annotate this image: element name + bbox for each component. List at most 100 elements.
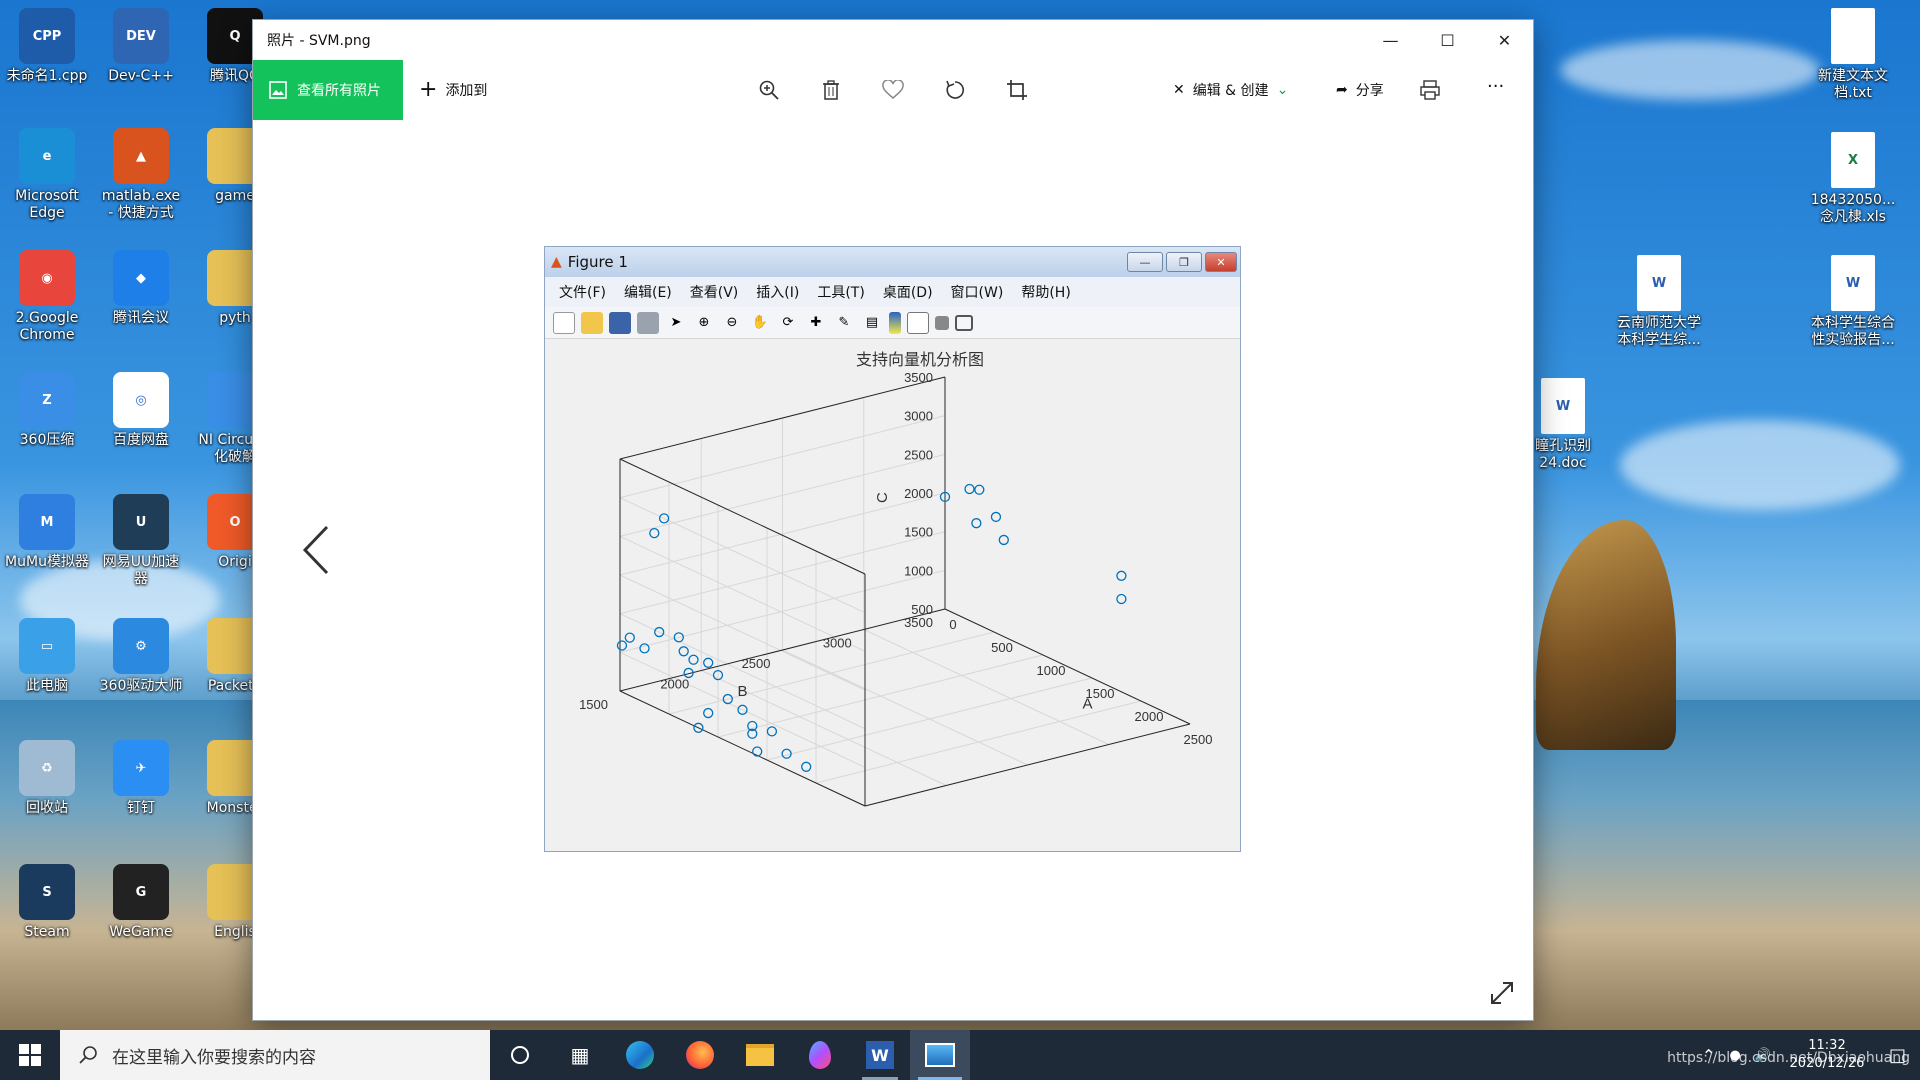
desktop-icon-label: 本科学生综合性实验报告... (1811, 315, 1895, 348)
y-tick-label: 3500 (904, 615, 933, 630)
view-all-photos-button[interactable]: 查看所有照片 (253, 60, 403, 120)
desktop-icon[interactable]: ◎ 百度网盘 (98, 372, 184, 449)
rotate3d-icon: ⟳ (782, 315, 794, 330)
desktop-icon[interactable]: ▲ matlab.exe - 快捷方式 (98, 128, 184, 222)
print-icon[interactable] (1416, 76, 1444, 104)
open-folder-icon (581, 311, 603, 334)
taskbar: 在这里输入你要搜索的内容 ▦ W ⌃ ● 🔊 11:32 2020/12/26 … (0, 1030, 1920, 1080)
taskbar-search-box[interactable]: 在这里输入你要搜索的内容 (60, 1030, 490, 1080)
brush-icon: ✎ (838, 315, 850, 330)
hide-tools-icon (935, 315, 949, 330)
share-button[interactable]: ➦ 分享 (1336, 80, 1384, 100)
dock-icon (955, 314, 973, 331)
task-view-icon: ▦ (570, 1043, 590, 1067)
taskbar-edge[interactable] (610, 1030, 670, 1080)
taskbar-photos[interactable] (910, 1030, 970, 1080)
desktop-icon-label: WeGame (109, 924, 173, 940)
x-tick-label: 2500 (1184, 732, 1213, 747)
window-title: 照片 - SVM.png (267, 33, 371, 49)
edit-create-label: 编辑 & 创建 (1192, 83, 1269, 99)
x-tick-label: 1000 (1037, 663, 1066, 678)
y-tick-label: 2500 (742, 656, 771, 671)
desktop-icon[interactable]: W 本科学生综合性实验报告... (1810, 255, 1896, 349)
task-view-button[interactable]: ▦ (550, 1030, 610, 1080)
fullscreen-expand-icon[interactable] (1489, 980, 1515, 1006)
taskbar-file-explorer[interactable] (730, 1030, 790, 1080)
previous-photo-arrow-icon[interactable] (301, 525, 331, 575)
delete-icon[interactable] (817, 76, 845, 104)
photos-window: 照片 - SVM.png — ☐ ✕ 查看所有照片 + 添加到 ✕ 编辑 & 创… (253, 20, 1533, 1020)
add-to-button[interactable]: + 添加到 (419, 79, 487, 101)
print-figure-icon (637, 311, 659, 334)
desktop-icon-label: 百度网盘 (113, 432, 169, 448)
taskbar-paint-drop[interactable] (790, 1030, 850, 1080)
desktop-icon-label: 360压缩 (19, 432, 75, 448)
desktop-icon[interactable]: 新建文本文档.txt (1810, 8, 1896, 102)
desktop-icon-label: MuMu模拟器 (5, 554, 89, 570)
cortana-button[interactable] (490, 1030, 550, 1080)
z-axis-label: C (874, 492, 891, 503)
favorite-heart-icon[interactable] (879, 76, 907, 104)
gallery-icon (269, 81, 287, 99)
chart-title: 支持向量机分析图 (856, 351, 984, 369)
figure-restore-icon: ❐ (1166, 252, 1202, 272)
more-options-button[interactable]: ··· (1487, 76, 1504, 97)
desktop-icon-label: 未命名1.cpp (6, 68, 88, 84)
x-tick-label: 2000 (1135, 709, 1164, 724)
desktop-icon[interactable]: G WeGame (98, 864, 184, 941)
desktop-file-icon: W (1831, 255, 1875, 311)
desktop-icon[interactable]: M MuMu模拟器 (4, 494, 90, 571)
desktop-icon-label: 360驱动大师 (99, 678, 183, 694)
figure-menu-item: 工具(T) (817, 285, 865, 301)
figure-title: Figure 1 (567, 253, 628, 271)
desktop-icon[interactable]: ◆ 腾讯会议 (98, 250, 184, 327)
desktop-icon[interactable]: ▭ 此电脑 (4, 618, 90, 695)
maximize-button[interactable]: ☐ (1419, 20, 1476, 60)
taskbar-word[interactable]: W (850, 1030, 910, 1080)
matlab-figure-image: ▲ Figure 1 — ❐ ✕ 文件(F) 编辑(E) 查看(V) 插入(I) 工具(… (544, 246, 1241, 852)
minimize-button[interactable]: — (1362, 20, 1419, 60)
desktop-app-icon: ◉ (19, 250, 75, 306)
start-button[interactable] (0, 1030, 60, 1080)
figure-minimize-icon: — (1127, 252, 1163, 272)
data-cursor-icon: ✚ (810, 315, 822, 330)
desktop-icon[interactable]: ⚙ 360驱动大师 (98, 618, 184, 695)
desktop-icon[interactable]: CPP 未命名1.cpp (4, 8, 90, 85)
desktop-icon[interactable]: X 18432050... 念凡棣.xls (1810, 132, 1896, 226)
desktop-icon-label: 此电脑 (26, 678, 68, 694)
new-figure-icon (553, 311, 575, 334)
rotate-icon[interactable] (941, 76, 969, 104)
desktop-icon[interactable]: ◉ 2.Google Chrome (4, 250, 90, 344)
close-button[interactable]: ✕ (1476, 20, 1533, 60)
zoom-out-figure-icon: ⊖ (726, 315, 738, 330)
desktop-icon[interactable]: S Steam (4, 864, 90, 941)
desktop-icon-label: 新建文本文档.txt (1818, 68, 1888, 101)
desktop-icon[interactable]: DEV Dev-C++ (98, 8, 184, 85)
desktop-app-icon: ▭ (19, 618, 75, 674)
zoom-in-icon[interactable] (755, 76, 783, 104)
y-tick-label: 1500 (579, 697, 608, 712)
desktop-app-icon: U (113, 494, 169, 550)
edit-create-button[interactable]: ✕ 编辑 & 创建 ⌄ (1173, 80, 1288, 100)
desktop-icon[interactable]: Z 360压缩 (4, 372, 90, 449)
desktop-app-icon: DEV (113, 8, 169, 64)
figure-menu-item: 编辑(E) (623, 285, 672, 301)
desktop-icon[interactable]: e Microsoft Edge (4, 128, 90, 222)
view-all-label: 查看所有照片 (297, 83, 381, 99)
figure-menu-item: 查看(V) (689, 285, 739, 301)
desktop-app-icon: ✈ (113, 740, 169, 796)
desktop-icon[interactable]: W 云南师范大学本科学生综... (1616, 255, 1702, 349)
taskbar-firefox[interactable] (670, 1030, 730, 1080)
figure-menu-item: 窗口(W) (950, 285, 1004, 301)
x-tick-label: 500 (991, 640, 1013, 655)
desktop-icon[interactable]: U 网易UU加速器 (98, 494, 184, 588)
chevron-down-icon: ⌄ (1276, 82, 1289, 98)
figure-menu-item: 插入(I) (756, 285, 800, 301)
crop-icon[interactable] (1003, 76, 1031, 104)
photos-app-icon (925, 1043, 955, 1067)
desktop-icon[interactable]: ✈ 钉钉 (98, 740, 184, 817)
figure-menubar: 文件(F) 编辑(E) 查看(V) 插入(I) 工具(T) 桌面(D) 窗口(W) 帮助(H) (545, 277, 1240, 307)
photos-titlebar: 照片 - SVM.png — ☐ ✕ (253, 20, 1533, 60)
paint-drop-icon (809, 1041, 831, 1069)
desktop-icon[interactable]: ♻ 回收站 (4, 740, 90, 817)
